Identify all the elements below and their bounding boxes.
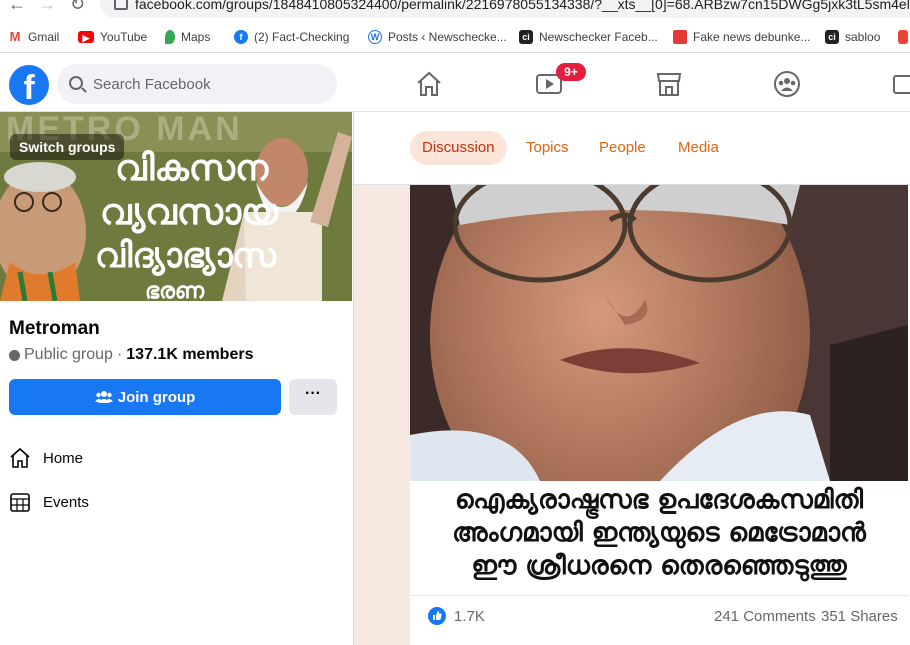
- cover-line-1: വികസന: [115, 148, 269, 189]
- privacy-label: Public group: [24, 346, 113, 363]
- news-icon: [673, 30, 687, 44]
- group-meta: Public group · 137.1K members: [9, 346, 253, 364]
- caption-line-2: അംഗമായി ഇന്ത്യയുടെ മെട്രോമാൻ: [452, 518, 866, 548]
- url-text[interactable]: facebook.com/groups/1848410805324400/per…: [135, 0, 910, 12]
- tab-discussion[interactable]: Discussion: [410, 131, 507, 165]
- post-image: [410, 185, 908, 481]
- post-photo[interactable]: [410, 185, 908, 481]
- reload-icon[interactable]: ↻: [70, 0, 85, 15]
- like-count[interactable]: 1.7K: [454, 608, 485, 625]
- youtube-icon: ▶: [78, 31, 94, 43]
- gaming-icon[interactable]: [892, 70, 910, 98]
- switch-groups-button[interactable]: Switch groups: [10, 134, 125, 160]
- join-group-label: Join group: [117, 388, 196, 406]
- bookmark-overflow[interactable]: [898, 30, 910, 44]
- tab-people[interactable]: People: [587, 131, 658, 165]
- group-name[interactable]: Metroman: [9, 318, 100, 340]
- groups-icon[interactable]: [773, 70, 801, 98]
- bookmark-newschecker-facebook[interactable]: ci Newschecker Faceb...: [519, 30, 658, 44]
- bookmark-sabloo[interactable]: ci sabloo: [825, 30, 880, 44]
- caption-line-3: ഈ ശ്രീധരനെ തെരഞ്ഞെടുത്തു: [471, 551, 847, 581]
- forward-arrow-icon[interactable]: →: [38, 0, 56, 15]
- bookmark-youtube[interactable]: ▶ YouTube: [78, 30, 147, 44]
- maps-icon: [165, 30, 175, 44]
- join-group-button[interactable]: Join group: [9, 379, 281, 415]
- wordpress-icon: W: [368, 30, 382, 44]
- sidebar-item-home[interactable]: Home: [9, 445, 329, 471]
- notification-badge: 9+: [556, 63, 586, 81]
- ci-icon: ci: [519, 30, 533, 44]
- search-input[interactable]: [93, 74, 323, 94]
- cover-line-4: ഭരണ: [145, 279, 205, 301]
- comments-count[interactable]: 241 Comments: [714, 608, 816, 625]
- cover-line-2: വ്യവസായ: [100, 192, 279, 234]
- home-icon[interactable]: [415, 70, 443, 98]
- bookmark-fact-checking[interactable]: f (2) Fact-Checking: [234, 30, 349, 44]
- globe-icon: [9, 349, 20, 361]
- bookmark-gmail[interactable]: M Gmail: [8, 30, 59, 44]
- sidebar-item-label: Events: [43, 493, 89, 511]
- caption-line-1: ഐക്യരാഷ്ട്രസഭ ഉപദേശകസമിതി: [454, 485, 864, 515]
- home-icon: [10, 447, 30, 468]
- marketplace-icon[interactable]: [655, 70, 683, 98]
- lock-icon: [114, 0, 128, 10]
- members-count[interactable]: 137.1K members: [126, 346, 253, 364]
- bookmark-maps[interactable]: Maps: [165, 30, 210, 44]
- like-reaction-icon[interactable]: [428, 607, 446, 625]
- search-icon: [69, 76, 83, 90]
- tab-topics[interactable]: Topics: [514, 131, 581, 165]
- thumbs-up-icon: [433, 611, 442, 620]
- people-icon: [94, 391, 113, 403]
- meta-separator: ·: [116, 346, 123, 363]
- facebook-logo-icon[interactable]: f: [9, 65, 49, 105]
- sidebar-item-label: Home: [43, 449, 84, 467]
- sidebar-item-events[interactable]: Events: [9, 489, 329, 515]
- facebook-icon: f: [234, 30, 248, 44]
- ci-icon: ci: [825, 30, 839, 44]
- gmail-icon: M: [8, 29, 22, 44]
- tab-media[interactable]: Media: [666, 131, 731, 165]
- bookmark-fake-news[interactable]: Fake news debunke...: [673, 30, 810, 44]
- bookmark-posts-newschecker[interactable]: W Posts ‹ Newschecke...: [368, 30, 507, 44]
- back-arrow-icon[interactable]: ←: [8, 0, 26, 15]
- bookmark-icon: [898, 30, 908, 44]
- calendar-icon: [10, 493, 30, 512]
- more-options-button[interactable]: ···: [289, 379, 337, 415]
- cover-line-3: വിദ്യാഭ്യാസ: [95, 236, 277, 277]
- shares-count[interactable]: 351 Shares: [821, 608, 898, 625]
